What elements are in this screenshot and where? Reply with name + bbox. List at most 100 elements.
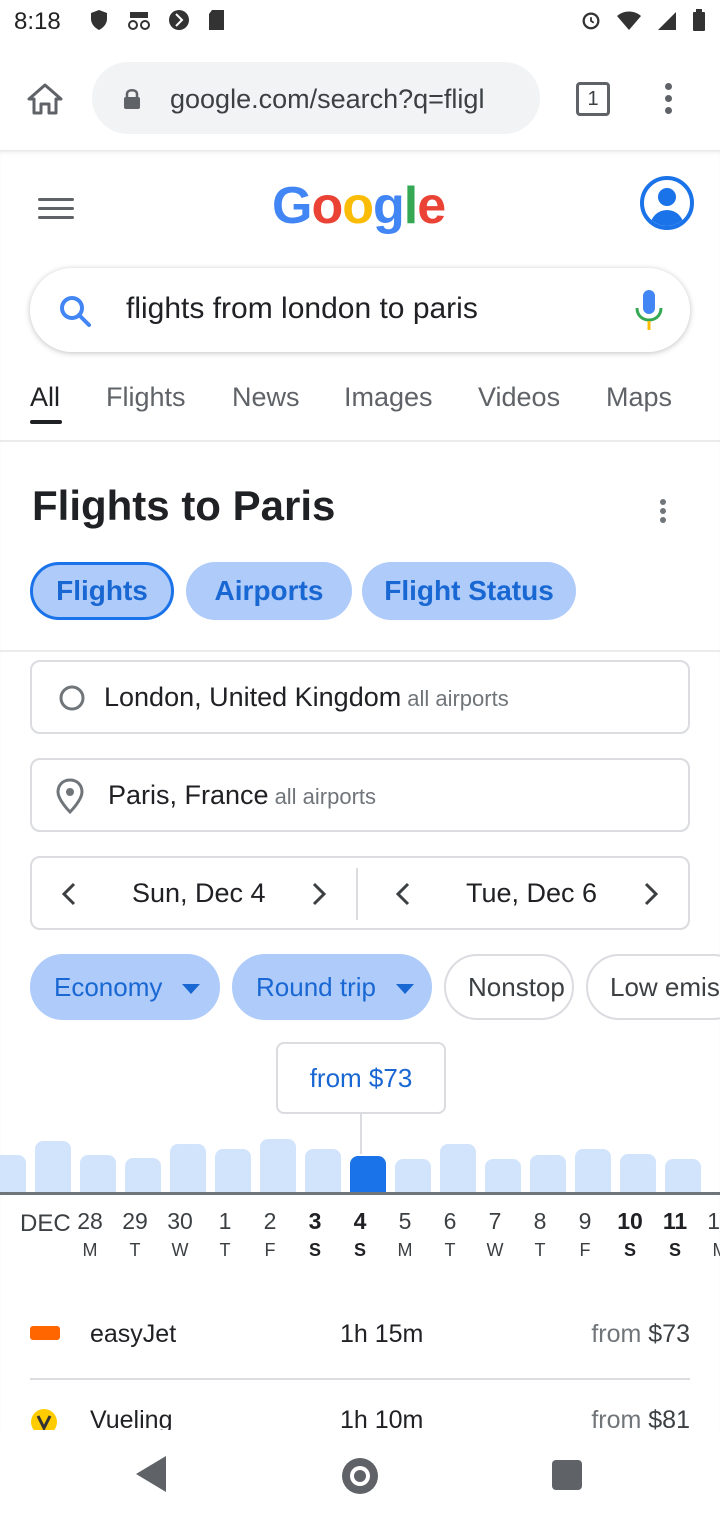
browser-menu-button[interactable] bbox=[656, 78, 680, 126]
browser-toolbar: google.com/search?q=fligl 1 bbox=[0, 50, 720, 150]
price-graph-baseline bbox=[0, 1192, 720, 1195]
search-box[interactable]: flights from london to paris bbox=[30, 268, 690, 352]
price-bar[interactable] bbox=[620, 1154, 656, 1194]
flight-price: from $73 bbox=[591, 1320, 690, 1349]
tab-images[interactable]: Images bbox=[344, 382, 433, 413]
day-number[interactable]: 28 bbox=[70, 1208, 110, 1235]
sd-card-icon bbox=[209, 10, 224, 30]
price-bar[interactable] bbox=[0, 1155, 26, 1194]
trip-type-dropdown[interactable]: Round trip bbox=[232, 954, 432, 1020]
day-number[interactable]: 11 bbox=[655, 1208, 695, 1235]
tab-maps[interactable]: Maps bbox=[606, 382, 672, 413]
day-number[interactable]: 29 bbox=[115, 1208, 155, 1235]
easyjet-logo-icon bbox=[30, 1326, 60, 1340]
price-bar[interactable] bbox=[665, 1159, 701, 1194]
status-bar: 8:18 bbox=[0, 0, 720, 50]
price-prefix: from bbox=[591, 1320, 642, 1348]
more-options-icon[interactable] bbox=[656, 496, 670, 526]
price-bar[interactable] bbox=[125, 1158, 161, 1194]
price-bar[interactable] bbox=[170, 1144, 206, 1194]
depart-date[interactable]: Sun, Dec 4 bbox=[132, 878, 266, 909]
price-bar[interactable] bbox=[575, 1149, 611, 1194]
day-number[interactable]: 5 bbox=[385, 1208, 425, 1235]
date-separator bbox=[356, 868, 358, 920]
status-time: 8:18 bbox=[14, 8, 61, 35]
price-bar[interactable] bbox=[215, 1149, 251, 1194]
flight-duration: 1h 10m bbox=[340, 1406, 424, 1430]
signal-icon bbox=[658, 12, 676, 30]
price-bar[interactable] bbox=[395, 1159, 431, 1194]
day-number[interactable]: 7 bbox=[475, 1208, 515, 1235]
price-graph-bars[interactable] bbox=[0, 1130, 720, 1194]
origin-field[interactable]: London, United Kingdom all airports bbox=[30, 660, 690, 734]
tab-news[interactable]: News bbox=[232, 382, 300, 413]
divider bbox=[0, 650, 720, 652]
address-bar[interactable]: google.com/search?q=fligl bbox=[92, 62, 540, 134]
price-bar[interactable] bbox=[305, 1149, 341, 1194]
day-weekday: F bbox=[264, 1240, 276, 1260]
price-bar[interactable] bbox=[485, 1159, 521, 1194]
return-date[interactable]: Tue, Dec 6 bbox=[466, 878, 597, 909]
recent-apps-icon[interactable] bbox=[552, 1460, 582, 1490]
return-prev-arrow-icon[interactable] bbox=[392, 880, 416, 908]
day-weekday: T bbox=[219, 1240, 231, 1260]
day-number[interactable]: 12 bbox=[700, 1208, 720, 1235]
tab-flights[interactable]: Flights bbox=[106, 382, 186, 413]
lock-icon[interactable] bbox=[122, 88, 142, 110]
day-number[interactable]: 1 bbox=[205, 1208, 245, 1235]
chip-flight-status[interactable]: Flight Status bbox=[362, 562, 576, 620]
home-button-icon[interactable] bbox=[342, 1458, 378, 1494]
chip-airports[interactable]: Airports bbox=[186, 562, 352, 620]
flight-row-vueling[interactable]: Vueling 1h 10m from $81 bbox=[30, 1398, 690, 1430]
day-number[interactable]: 3 bbox=[295, 1208, 335, 1235]
location-pin-icon bbox=[56, 778, 84, 814]
day-number[interactable]: 2 bbox=[250, 1208, 290, 1235]
price-bar[interactable] bbox=[440, 1144, 476, 1194]
price-tooltip: from $73 bbox=[276, 1042, 446, 1114]
return-next-arrow-icon[interactable] bbox=[638, 880, 662, 908]
day-number[interactable]: 4 bbox=[340, 1208, 380, 1235]
price-bar[interactable] bbox=[530, 1155, 566, 1194]
home-icon[interactable] bbox=[26, 82, 64, 116]
tab-videos[interactable]: Videos bbox=[478, 382, 560, 413]
month-label: DEC bbox=[20, 1210, 71, 1237]
day-weekday: W bbox=[171, 1240, 189, 1260]
price-bar[interactable] bbox=[80, 1155, 116, 1194]
low-emissions-filter[interactable]: Low emissi bbox=[586, 954, 720, 1020]
day-number[interactable]: 10 bbox=[610, 1208, 650, 1235]
destination-qualifier: all airports bbox=[274, 784, 377, 809]
google-logo[interactable]: Google bbox=[272, 176, 446, 236]
day-number[interactable]: 9 bbox=[565, 1208, 605, 1235]
airline-name: Vueling bbox=[90, 1406, 173, 1430]
microphone-icon[interactable] bbox=[634, 288, 664, 332]
origin-city: London, United Kingdom bbox=[104, 682, 402, 712]
chip-flights[interactable]: Flights bbox=[30, 562, 174, 620]
destination-city: Paris, France bbox=[108, 780, 269, 810]
depart-prev-arrow-icon[interactable] bbox=[58, 880, 82, 908]
url-text[interactable]: google.com/search?q=fligl bbox=[170, 84, 520, 115]
spy-icon bbox=[128, 12, 150, 30]
class-dropdown[interactable]: Economy bbox=[30, 954, 220, 1020]
vueling-logo-icon bbox=[31, 1409, 57, 1430]
class-label: Economy bbox=[54, 972, 163, 1002]
account-avatar-icon[interactable] bbox=[640, 176, 694, 230]
search-input[interactable]: flights from london to paris bbox=[126, 292, 478, 326]
day-number[interactable]: 6 bbox=[430, 1208, 470, 1235]
nonstop-filter[interactable]: Nonstop bbox=[444, 954, 574, 1020]
day-weekday: S bbox=[668, 1240, 681, 1260]
day-number[interactable]: 8 bbox=[520, 1208, 560, 1235]
flight-row-easyjet[interactable]: easyJet 1h 15m from $73 bbox=[30, 1312, 690, 1362]
day-number[interactable]: 30 bbox=[160, 1208, 200, 1235]
destination-field[interactable]: Paris, France all airports bbox=[30, 758, 690, 832]
alarm-icon bbox=[582, 12, 600, 30]
day-weekday: M bbox=[82, 1240, 98, 1260]
price-bar-selected[interactable] bbox=[350, 1156, 386, 1194]
price-bar[interactable] bbox=[35, 1141, 71, 1194]
shield-icon bbox=[91, 10, 107, 30]
depart-next-arrow-icon[interactable] bbox=[306, 880, 330, 908]
price-bar[interactable] bbox=[260, 1139, 296, 1194]
tab-switcher-button[interactable]: 1 bbox=[576, 82, 610, 116]
back-icon[interactable] bbox=[136, 1456, 166, 1492]
tab-all[interactable]: All bbox=[30, 382, 60, 413]
hamburger-menu-icon[interactable] bbox=[38, 198, 74, 222]
